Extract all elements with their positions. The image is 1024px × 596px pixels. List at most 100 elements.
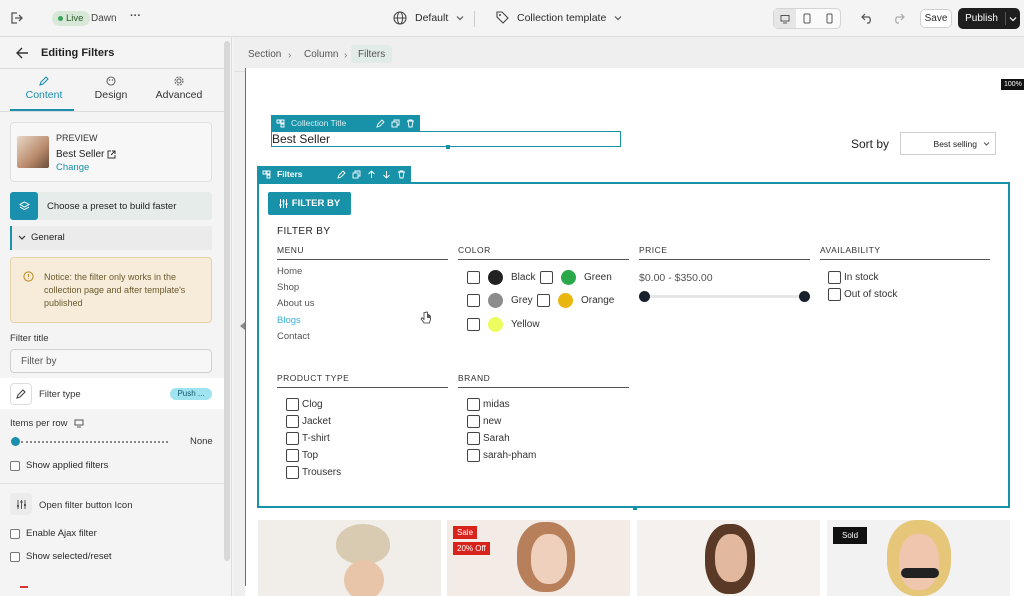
- color-swatch: [488, 317, 503, 332]
- breadcrumb-separator: ›: [344, 50, 348, 61]
- preview-heading: PREVIEW: [56, 133, 98, 143]
- toolbar-label: Collection Title: [291, 118, 347, 128]
- breadcrumb-column[interactable]: Column: [297, 45, 345, 63]
- menu-item-about[interactable]: About us: [277, 298, 315, 309]
- sort-value: Best selling: [933, 138, 977, 149]
- product-type-top[interactable]: Top: [286, 449, 318, 462]
- delete-icon[interactable]: [397, 170, 406, 179]
- pencil-icon: [14, 76, 74, 86]
- availability-out-of-stock[interactable]: Out of stock: [828, 288, 897, 301]
- edit-icon[interactable]: [337, 169, 346, 179]
- undo-icon[interactable]: [857, 8, 877, 28]
- preset-button[interactable]: Choose a preset to build faster: [10, 192, 212, 220]
- external-link-icon[interactable]: [107, 150, 116, 159]
- duplicate-icon[interactable]: [352, 170, 361, 179]
- availability-in-stock[interactable]: In stock: [828, 271, 878, 284]
- filter-title-input[interactable]: Filter by: [10, 349, 212, 373]
- resize-handle[interactable]: [446, 145, 450, 149]
- filter-title-label: Filter title: [10, 333, 49, 344]
- brand-midas[interactable]: midas: [467, 398, 510, 411]
- tab-design[interactable]: Design: [82, 76, 140, 101]
- edit-icon[interactable]: [376, 118, 385, 128]
- tab-content[interactable]: Content: [14, 76, 74, 101]
- back-arrow-icon[interactable]: [12, 43, 32, 63]
- template-select[interactable]: Collection template: [496, 11, 622, 24]
- slider-handle[interactable]: [11, 437, 20, 446]
- menu-item-contact[interactable]: Contact: [277, 331, 310, 342]
- price-range-value: $0.00 - $350.00: [639, 272, 713, 284]
- hand-cursor-icon: [420, 311, 432, 325]
- preset-label: Choose a preset to build faster: [47, 201, 177, 212]
- move-down-icon[interactable]: [382, 170, 391, 179]
- filter-by-button[interactable]: FILTER BY: [268, 192, 351, 215]
- chevron-down-icon: [983, 142, 990, 146]
- sort-select[interactable]: Best selling: [900, 132, 996, 155]
- publish-button-group: Publish: [958, 8, 1020, 29]
- items-per-row-slider[interactable]: [11, 437, 168, 446]
- preview-name: Best Seller: [56, 149, 105, 160]
- desktop-view-icon[interactable]: [774, 9, 796, 28]
- exit-icon[interactable]: [6, 8, 26, 28]
- mobile-view-icon[interactable]: [818, 9, 840, 28]
- tab-advanced[interactable]: Advanced: [150, 76, 208, 101]
- top-bar: Live Dawn ··· Default Collection templat…: [0, 0, 1024, 37]
- chevron-down-icon: [18, 235, 26, 240]
- brand-sarah-pham[interactable]: sarah-pham: [467, 449, 536, 462]
- color-option-yellow[interactable]: Yellow: [467, 317, 540, 332]
- brand-sarah[interactable]: Sarah: [467, 432, 510, 445]
- open-icon-label[interactable]: Open filter button Icon: [39, 500, 132, 511]
- filter-type-row[interactable]: Filter type Push ...: [0, 378, 228, 409]
- more-menu-button[interactable]: ···: [130, 10, 141, 22]
- breadcrumb-filters[interactable]: Filters: [351, 45, 393, 63]
- publish-options-icon[interactable]: [1006, 15, 1020, 23]
- duplicate-icon[interactable]: [391, 119, 400, 128]
- drag-handle-icon[interactable]: [262, 170, 271, 179]
- filters-block[interactable]: [257, 182, 1010, 508]
- product-card-1[interactable]: [258, 520, 441, 596]
- product-card-2[interactable]: Sale 20% Off: [447, 520, 630, 596]
- publish-button[interactable]: Publish: [958, 13, 1005, 24]
- product-card-3[interactable]: [637, 520, 820, 596]
- move-up-icon[interactable]: [367, 169, 376, 179]
- color-option-orange[interactable]: Orange: [537, 293, 614, 308]
- section-outline: [245, 68, 246, 586]
- color-heading: COLOR: [458, 245, 491, 255]
- drag-handle-icon[interactable]: [276, 119, 285, 128]
- ajax-filter-checkbox[interactable]: Enable Ajax filter: [10, 528, 97, 539]
- device-preset-label: Default: [415, 12, 449, 24]
- panel-scrollbar[interactable]: [224, 41, 230, 561]
- color-option-grey[interactable]: Grey: [467, 293, 533, 308]
- general-section-header[interactable]: General: [10, 226, 212, 250]
- price-slider-track[interactable]: [644, 295, 804, 298]
- product-type-clog[interactable]: Clog: [286, 398, 323, 411]
- color-option-black[interactable]: Black: [467, 270, 535, 285]
- chevron-down-icon: [614, 15, 622, 20]
- menu-heading: MENU: [277, 245, 305, 255]
- notice-box: Notice: the filter only works in the col…: [10, 257, 212, 323]
- menu-item-home[interactable]: Home: [277, 266, 302, 277]
- product-card-4[interactable]: Sold: [827, 520, 1010, 596]
- color-swatch: [488, 270, 503, 285]
- tablet-view-icon[interactable]: [796, 9, 818, 28]
- device-preset-select[interactable]: Default: [393, 11, 464, 25]
- resize-handle[interactable]: [633, 506, 637, 510]
- brand-new[interactable]: new: [467, 415, 501, 428]
- price-max-handle[interactable]: [799, 291, 810, 302]
- product-type-trousers[interactable]: Trousers: [286, 466, 341, 479]
- notice-text: Notice: the filter only works in the col…: [44, 272, 186, 308]
- breadcrumb-section[interactable]: Section: [241, 45, 288, 63]
- discount-badge: 20% Off: [453, 542, 490, 555]
- price-min-handle[interactable]: [639, 291, 650, 302]
- save-button[interactable]: Save: [920, 9, 952, 28]
- color-option-green[interactable]: Green: [540, 270, 612, 285]
- menu-item-shop[interactable]: Shop: [277, 282, 299, 293]
- show-selected-checkbox[interactable]: Show selected/reset: [10, 551, 112, 562]
- product-type-tshirt[interactable]: T-shirt: [286, 432, 330, 445]
- redo-icon[interactable]: [888, 8, 908, 28]
- desktop-icon: [74, 419, 84, 428]
- product-type-jacket[interactable]: Jacket: [286, 415, 331, 428]
- change-link[interactable]: Change: [56, 162, 89, 173]
- show-applied-checkbox[interactable]: Show applied filters: [10, 460, 108, 471]
- menu-item-blogs[interactable]: Blogs: [277, 315, 301, 326]
- delete-icon[interactable]: [406, 119, 415, 128]
